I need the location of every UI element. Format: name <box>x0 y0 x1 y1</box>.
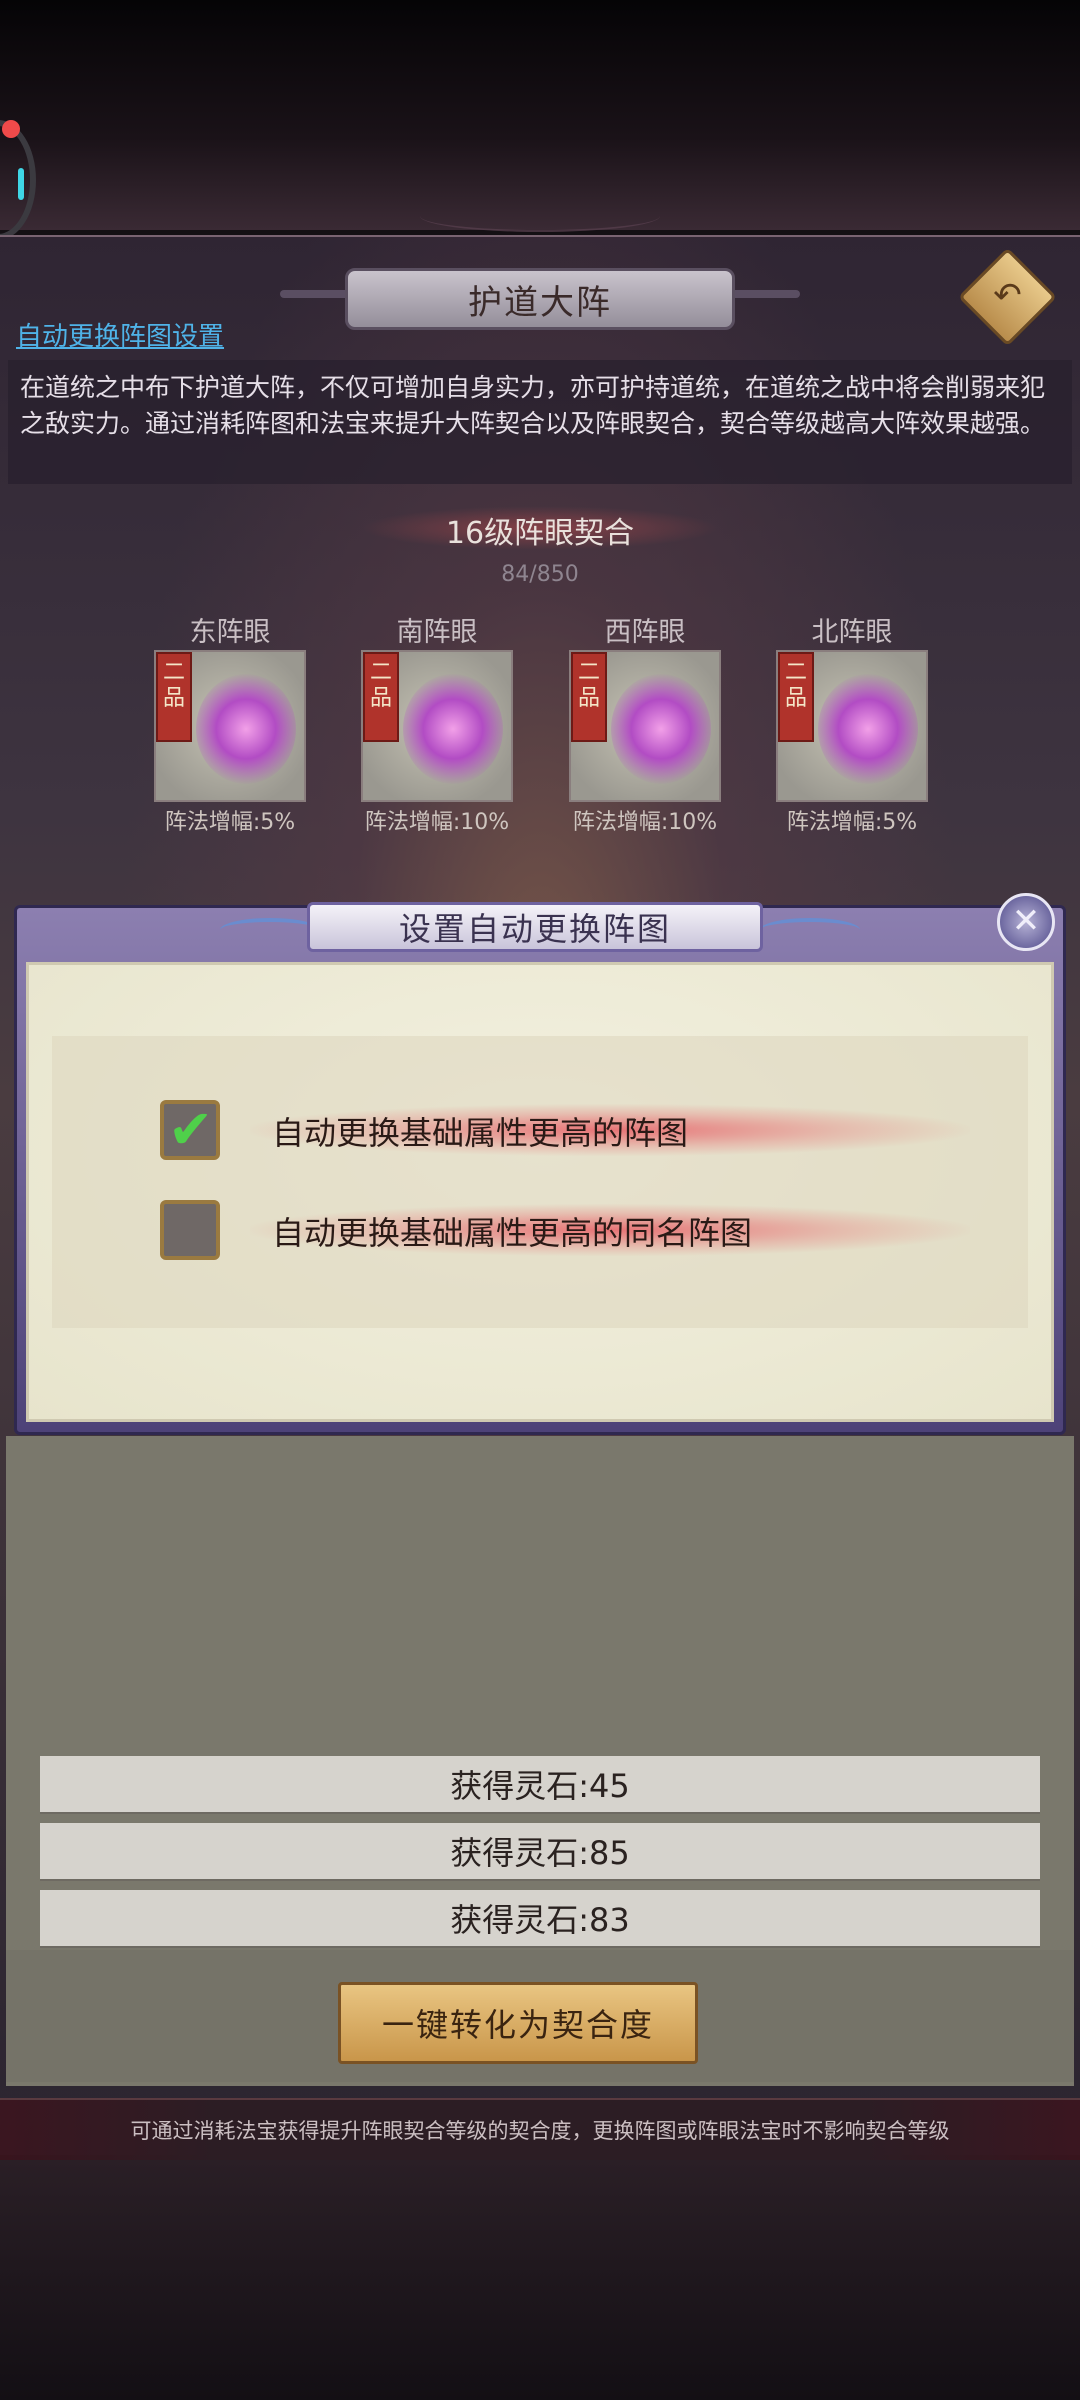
ruyi-treasure-icon <box>403 674 503 784</box>
south-eye-label: 南阵眼 <box>396 617 478 648</box>
option-row-same-name[interactable]: 自动更换基础属性更高的同名阵图 <box>160 1198 980 1262</box>
east-eye-bonus: 阵法增幅:5% <box>164 810 296 835</box>
grade-badge: 二品 <box>363 652 399 742</box>
footer-tip: 可通过消耗法宝获得提升阵眼契合等级的契合度，更换阵图或阵眼法宝时不影响契合等级 <box>0 2098 1080 2162</box>
south-eye-slot[interactable]: 二品 <box>361 650 513 802</box>
checkbox-higher-base[interactable]: ✔ <box>160 1098 220 1161</box>
east-eye-slot[interactable]: 二品 <box>154 650 306 802</box>
top-status-area <box>0 0 1080 230</box>
option-label: 自动更换基础属性更高的阵图 <box>272 1114 689 1152</box>
north-eye-bonus: 阵法增幅:5% <box>786 810 918 835</box>
top-ornament <box>420 200 660 232</box>
west-eye-label: 西阵眼 <box>604 617 686 648</box>
lotus-treasure-icon <box>196 674 296 784</box>
dialog-title: 设置自动更换阵图 <box>307 902 763 952</box>
check-icon: ✔ <box>168 1098 214 1161</box>
option-label: 自动更换基础属性更高的同名阵图 <box>272 1214 753 1252</box>
eye-fit-level-title: 16级阵眼契合 <box>445 516 635 551</box>
page-title: 护道大阵 <box>345 268 735 330</box>
option-row-higher-base[interactable]: ✔ 自动更换基础属性更高的阵图 <box>160 1098 980 1162</box>
dialog-wing-right <box>760 918 860 942</box>
grade-badge: 二品 <box>778 652 814 742</box>
dialog-wing-left <box>220 918 320 942</box>
grade-badge: 二品 <box>571 652 607 742</box>
notification-dot <box>2 120 20 138</box>
fit-progress-text: 84/850 <box>501 562 579 587</box>
west-eye-bonus: 阵法增幅:10% <box>572 810 718 835</box>
south-eye-bonus: 阵法增幅:10% <box>364 810 510 835</box>
reward-row: 获得灵石:83 <box>40 1890 1040 1948</box>
panel-frame-line <box>0 235 1080 237</box>
bottom-background <box>0 2160 1080 2400</box>
options-area <box>52 1036 1028 1328</box>
boot-treasure-icon <box>611 674 711 784</box>
reward-row: 获得灵石:85 <box>40 1823 1040 1881</box>
reward-row: 获得灵石:45 <box>40 1756 1040 1814</box>
menu-indicator-icon <box>18 168 24 200</box>
checkbox-same-name[interactable] <box>160 1200 220 1260</box>
back-arrow-icon: ↶ <box>993 275 1022 316</box>
auto-replace-settings-link[interactable]: 自动更换阵图设置 <box>16 316 224 353</box>
east-eye-label: 东阵眼 <box>189 617 271 648</box>
north-eye-slot[interactable]: 二品 <box>776 650 928 802</box>
grade-badge: 二品 <box>156 652 192 742</box>
chest-treasure-icon <box>818 674 918 784</box>
convert-to-fit-button[interactable]: 一键转化为契合度 <box>338 1982 698 2064</box>
array-description: 在道统之中布下护道大阵，不仅可增加自身实力，亦可护持道统，在道统之战中将会削弱来… <box>8 360 1072 484</box>
close-button[interactable]: ✕ <box>997 893 1055 951</box>
north-eye-label: 北阵眼 <box>811 617 893 648</box>
close-icon: ✕ <box>1011 901 1041 941</box>
west-eye-slot[interactable]: 二品 <box>569 650 721 802</box>
